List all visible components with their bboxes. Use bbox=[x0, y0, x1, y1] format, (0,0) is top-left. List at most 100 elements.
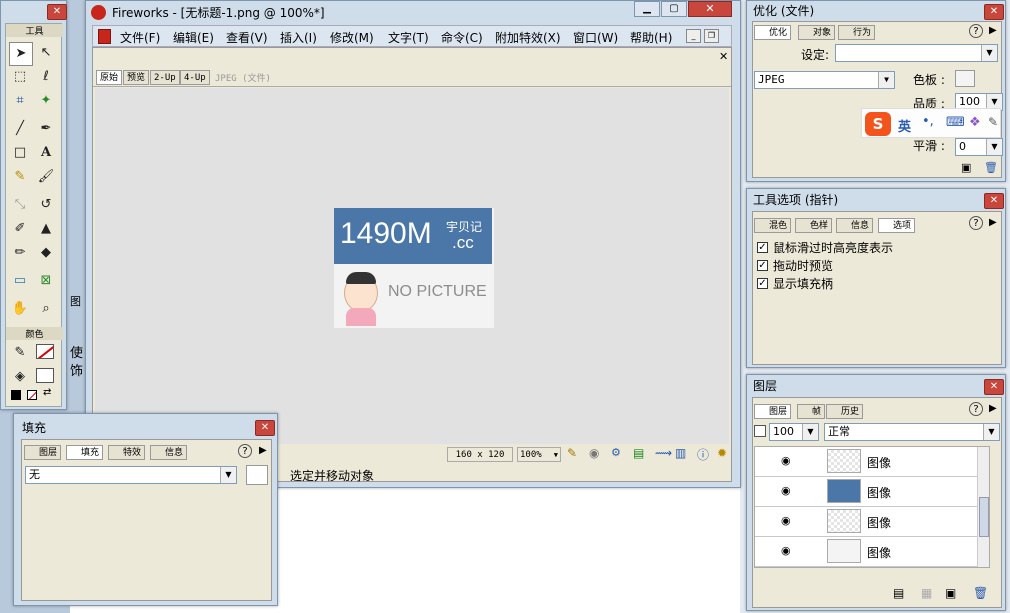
canvas-image[interactable]: 1490M 宇贝记 .cc NO PICTURE bbox=[334, 208, 494, 328]
optimize-status-icon[interactable]: ⚙ bbox=[611, 446, 621, 459]
help-icon[interactable]: ? bbox=[969, 216, 983, 230]
layers-close-button[interactable]: ✕ bbox=[984, 379, 1004, 395]
tab-object[interactable]: 对象 bbox=[798, 25, 836, 40]
subselect-tool-icon[interactable]: ↖ bbox=[35, 42, 57, 64]
save-settings-icon[interactable]: ▣ bbox=[961, 161, 971, 174]
panel-menu-icon[interactable]: ▶ bbox=[989, 217, 997, 228]
new-object-icon[interactable]: ▣ bbox=[945, 586, 956, 600]
slice-tool-icon[interactable]: ▭ bbox=[9, 270, 31, 292]
stroke-color-swatch[interactable] bbox=[36, 344, 54, 359]
info-status-icon[interactable]: ⓘ bbox=[697, 446, 709, 463]
stroke-color-icon[interactable]: ✎ bbox=[9, 342, 31, 364]
tab-fill-layers[interactable]: 图层 bbox=[24, 445, 62, 460]
new-layer-icon[interactable]: ▤ bbox=[893, 586, 904, 600]
tab-preview[interactable]: 预览 bbox=[123, 70, 150, 85]
delete-layer-icon[interactable]: 🗑 bbox=[973, 586, 988, 600]
eye-icon[interactable]: ◉ bbox=[781, 454, 791, 467]
tab-options[interactable]: 选项 bbox=[878, 218, 916, 233]
scale-tool-icon[interactable]: ⤡ bbox=[9, 194, 31, 216]
fill-color-icon[interactable]: ◈ bbox=[9, 366, 31, 388]
menu-help[interactable]: 帮助(H) bbox=[630, 29, 672, 46]
layer-scrollbar[interactable] bbox=[977, 447, 989, 567]
layer-name[interactable]: 图像 bbox=[867, 484, 891, 501]
tab-effects[interactable]: 特效 bbox=[108, 445, 146, 460]
tab-info[interactable]: 信息 bbox=[836, 218, 874, 233]
fill-close-button[interactable]: ✕ bbox=[255, 420, 275, 436]
canvas-area[interactable]: 1490M 宇贝记 .cc NO PICTURE bbox=[95, 88, 729, 444]
highlight-on-rollover-checkbox[interactable]: ✓ bbox=[757, 242, 768, 253]
library-status-icon[interactable]: ▥ bbox=[675, 446, 686, 460]
eye-icon[interactable]: ◉ bbox=[781, 544, 791, 557]
brush-tool-icon[interactable]: 🖌 bbox=[35, 166, 57, 188]
tool-options-close-button[interactable]: ✕ bbox=[984, 193, 1004, 209]
eraser-tool-icon[interactable]: ✏ bbox=[9, 242, 31, 264]
layer-name[interactable]: 图像 bbox=[867, 514, 891, 531]
default-colors-icon[interactable] bbox=[11, 390, 21, 400]
tab-original[interactable]: 原始 bbox=[96, 70, 123, 85]
eye-icon[interactable]: ◉ bbox=[781, 484, 791, 497]
layer-row[interactable]: ◉ 图像 bbox=[755, 537, 977, 567]
eyedropper-tool-icon[interactable]: ✐ bbox=[9, 218, 31, 240]
maximize-button[interactable]: ▢ bbox=[661, 1, 687, 17]
rubber-stamp-tool-icon[interactable]: ◆ bbox=[35, 242, 57, 264]
crop-tool-icon[interactable]: ⌗ bbox=[9, 90, 31, 112]
menu-edit[interactable]: 编辑(E) bbox=[173, 29, 214, 46]
panel-menu-icon[interactable]: ▶ bbox=[259, 445, 267, 456]
menu-modify[interactable]: 修改(M) bbox=[330, 29, 374, 46]
menu-view[interactable]: 查看(V) bbox=[226, 29, 268, 46]
delete-settings-icon[interactable]: 🗑 bbox=[984, 161, 998, 174]
hand-tool-icon[interactable]: ✋ bbox=[9, 298, 31, 320]
tab-4up[interactable]: 4-Up bbox=[180, 70, 210, 85]
doc-minimize-button[interactable]: _ bbox=[686, 29, 701, 43]
menu-insert[interactable]: 插入(I) bbox=[280, 29, 317, 46]
tab-history[interactable]: 历史 bbox=[826, 404, 864, 419]
blend-mode-select[interactable]: 正常 ▼ bbox=[824, 423, 1000, 441]
matte-swatch[interactable] bbox=[955, 70, 975, 87]
text-tool-icon[interactable]: A bbox=[35, 142, 57, 164]
link-status-icon[interactable]: ⟿ bbox=[655, 446, 672, 460]
pointer-tool-icon[interactable]: ➤ bbox=[9, 42, 33, 66]
pencil-tool-icon[interactable]: ✎ bbox=[9, 166, 31, 188]
menu-file[interactable]: 文件(F) bbox=[120, 29, 160, 46]
optimize-close-button[interactable]: ✕ bbox=[984, 4, 1004, 20]
minimize-button[interactable]: ▁ bbox=[634, 1, 660, 17]
layer-row[interactable]: ◉ 图像 bbox=[755, 507, 977, 537]
no-stroke-icon[interactable] bbox=[27, 390, 37, 400]
tab-fill-info[interactable]: 信息 bbox=[150, 445, 188, 460]
marquee-tool-icon[interactable]: ⬚ bbox=[9, 66, 31, 88]
rectangle-tool-icon[interactable]: □ bbox=[9, 142, 31, 164]
layer-name[interactable]: 图像 bbox=[867, 454, 891, 471]
settings-status-icon[interactable]: ✹ bbox=[717, 446, 727, 460]
freeform-tool-icon[interactable]: ↺ bbox=[35, 194, 57, 216]
tab-fill[interactable]: 填充 bbox=[66, 445, 104, 460]
panel-menu-icon[interactable]: ▶ bbox=[989, 25, 997, 36]
line-tool-icon[interactable]: ╱ bbox=[9, 118, 31, 140]
tab-behavior[interactable]: 行为 bbox=[838, 25, 876, 40]
smoothing-select[interactable]: 0 ▼ bbox=[955, 138, 1003, 156]
scroll-thumb[interactable] bbox=[979, 497, 989, 537]
layer-row[interactable]: ◉ 图像 bbox=[755, 477, 977, 507]
menu-window[interactable]: 窗口(W) bbox=[573, 29, 618, 46]
format-select[interactable]: JPEG ▼ bbox=[754, 71, 895, 89]
lasso-tool-icon[interactable]: ℓ bbox=[35, 66, 57, 88]
fill-color-swatch[interactable] bbox=[246, 465, 268, 485]
add-mask-icon[interactable]: ▦ bbox=[921, 586, 932, 600]
menu-commands[interactable]: 命令(C) bbox=[441, 29, 483, 46]
doc-restore-button[interactable]: ❐ bbox=[704, 29, 719, 43]
tab-mixer[interactable]: 混色 bbox=[754, 218, 792, 233]
swap-colors-icon[interactable]: ⇄ bbox=[43, 387, 51, 398]
paint-bucket-tool-icon[interactable]: ▲ bbox=[35, 218, 57, 240]
preview-drag-checkbox[interactable]: ✓ bbox=[757, 260, 768, 271]
tools-close-button[interactable]: ✕ bbox=[47, 4, 67, 20]
hotspot-tool-icon[interactable]: ⊠ bbox=[35, 270, 57, 292]
layers-status-icon[interactable]: ▤ bbox=[633, 446, 644, 460]
layer-row[interactable]: ◉ 图像 bbox=[755, 447, 977, 477]
tab-layers[interactable]: 图层 bbox=[754, 404, 792, 419]
help-icon[interactable]: ? bbox=[969, 402, 983, 416]
palette-status-icon[interactable]: ◉ bbox=[589, 446, 599, 460]
opacity-select[interactable]: 100 ▼ bbox=[769, 423, 819, 441]
help-icon[interactable]: ? bbox=[238, 444, 252, 458]
close-window-button[interactable]: ✕ bbox=[688, 1, 732, 17]
pencil-status-icon[interactable]: ✎ bbox=[567, 446, 577, 460]
panel-menu-icon[interactable]: ▶ bbox=[989, 403, 997, 414]
